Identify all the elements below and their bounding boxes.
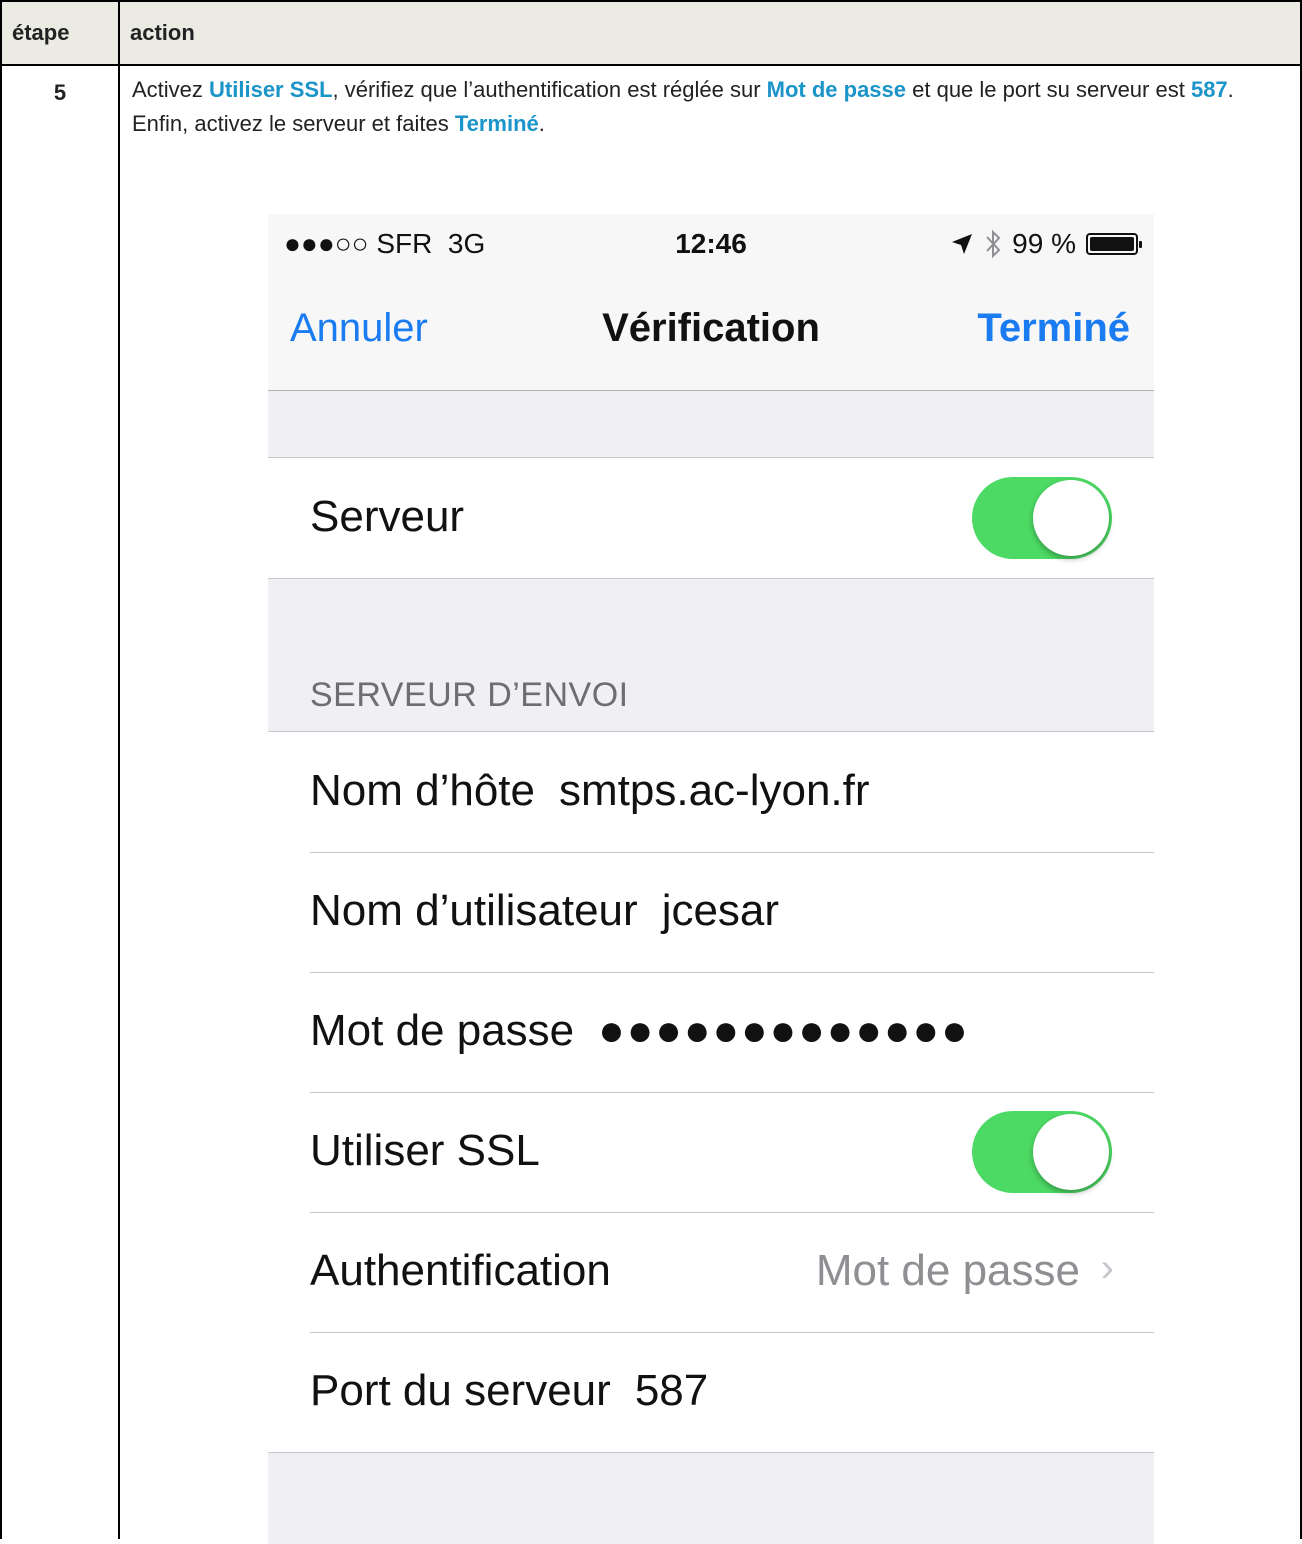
header-step: étape bbox=[0, 0, 120, 66]
battery-fill bbox=[1090, 237, 1134, 251]
server-toggle[interactable] bbox=[972, 477, 1112, 559]
header-action: action bbox=[118, 0, 1302, 66]
bluetooth-icon bbox=[986, 229, 1001, 259]
auth-value: Mot de passe bbox=[815, 1246, 1080, 1295]
table-row: 5 Activez Utiliser SSL, vérifiez que l’a… bbox=[0, 64, 1302, 1544]
toggle-knob bbox=[1033, 1114, 1109, 1190]
location-arrow-icon bbox=[952, 234, 973, 254]
section-header: SERVEUR D’ENVOI bbox=[310, 676, 629, 714]
highlight-term: Terminé bbox=[454, 111, 539, 136]
instruction-text: , vérifiez que l’authentification est ré… bbox=[332, 77, 767, 102]
port-label: Port du serveur bbox=[310, 1366, 611, 1415]
auth-row[interactable]: Authentification Mot de passe › bbox=[268, 1212, 1154, 1332]
password-label: Mot de passe bbox=[310, 1006, 575, 1055]
username-label: Nom d’utilisateur bbox=[310, 886, 638, 935]
auth-label: Authentification bbox=[310, 1246, 611, 1295]
highlight-term: Mot de passe bbox=[766, 77, 907, 102]
action-cell: Activez Utiliser SSL, vérifiez que l’aut… bbox=[118, 64, 1302, 1544]
instruction-text: Enfin, activez le serveur et faites bbox=[132, 111, 455, 136]
password-value: ●●●●●●●●●●●●● bbox=[598, 1006, 970, 1055]
battery-icon bbox=[1086, 233, 1142, 255]
port-value: 587 bbox=[634, 1366, 709, 1415]
instruction-line-1: Activez Utiliser SSL, vérifiez que l’aut… bbox=[120, 66, 1300, 104]
username-value: jcesar bbox=[661, 886, 780, 935]
hostname-row[interactable]: Nom d’hôte smtps.ac-lyon.fr bbox=[268, 732, 1154, 852]
instruction-text: . bbox=[1227, 77, 1234, 102]
nav-bar: Vérification Annuler Terminé bbox=[268, 278, 1154, 391]
port-row[interactable]: Port du serveur 587 bbox=[268, 1332, 1154, 1452]
table-header-row: étape action bbox=[0, 0, 1302, 66]
chevron-right-icon: › bbox=[1100, 1246, 1114, 1290]
outgoing-server-group: Nom d’hôte smtps.ac-lyon.fr Nom d’utilisa… bbox=[268, 731, 1154, 1453]
done-button[interactable]: Terminé bbox=[977, 306, 1130, 351]
step-number: 5 bbox=[0, 64, 120, 1539]
ssl-toggle[interactable] bbox=[972, 1111, 1112, 1193]
server-row: Serveur bbox=[268, 458, 1154, 578]
highlight-term: Utiliser SSL bbox=[209, 77, 333, 102]
instruction-text: Activez bbox=[132, 77, 210, 102]
status-right: 99 % bbox=[950, 228, 1142, 260]
status-bar: ●●●○○ SFR 3G 12:46 99 % bbox=[268, 214, 1154, 278]
instruction-table: étape action 5 Activez Utiliser SSL, vér… bbox=[0, 0, 1302, 1544]
ssl-row: Utiliser SSL bbox=[268, 1092, 1154, 1212]
server-label: Serveur bbox=[310, 492, 465, 541]
cancel-button[interactable]: Annuler bbox=[290, 306, 428, 351]
hostname-label: Nom d’hôte bbox=[310, 766, 536, 815]
username-row[interactable]: Nom d’utilisateur jcesar bbox=[268, 852, 1154, 972]
hostname-value: smtps.ac-lyon.fr bbox=[559, 766, 870, 815]
instruction-text: . bbox=[538, 111, 545, 136]
instruction-line-2: Enfin, activez le serveur et faites Term… bbox=[120, 104, 1300, 138]
battery-percent: 99 % bbox=[1012, 228, 1076, 259]
instruction-text: et que le port su serveur est bbox=[906, 77, 1191, 102]
server-group: Serveur bbox=[268, 457, 1154, 579]
phone-screenshot: ●●●○○ SFR 3G 12:46 99 % Vérification Ann… bbox=[268, 214, 1154, 1544]
ssl-label: Utiliser SSL bbox=[310, 1126, 540, 1175]
highlight-term: 587 bbox=[1190, 77, 1228, 102]
toggle-knob bbox=[1033, 480, 1109, 556]
password-row[interactable]: Mot de passe ●●●●●●●●●●●●● bbox=[268, 972, 1154, 1092]
